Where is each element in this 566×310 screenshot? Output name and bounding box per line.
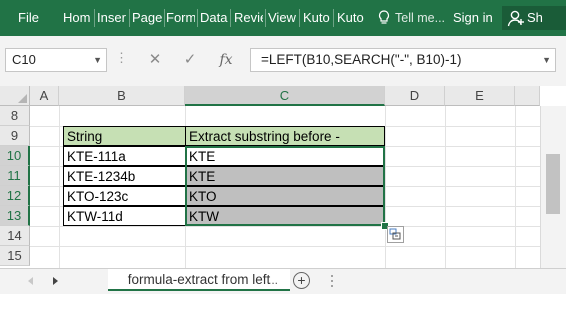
tab-page-layout[interactable]: Page bbox=[132, 0, 162, 36]
gridline bbox=[385, 106, 386, 268]
table-cell-string[interactable]: KTO-123c bbox=[63, 186, 186, 206]
table-header-extract[interactable]: Extract substring before - bbox=[185, 126, 385, 146]
tab-kutools-plus[interactable]: Kuto bbox=[337, 0, 365, 36]
tab-view[interactable]: View bbox=[268, 0, 296, 36]
enter-icon[interactable]: ✓ bbox=[180, 49, 200, 71]
row-header-11[interactable]: 11 bbox=[0, 166, 30, 186]
sheet-tabs-more[interactable]: ... bbox=[268, 269, 278, 291]
quick-analysis-button[interactable] bbox=[387, 226, 404, 243]
row-header-14[interactable]: 14 bbox=[0, 226, 30, 246]
tab-separator bbox=[94, 9, 95, 27]
table-cell-string[interactable]: KTE-111a bbox=[63, 146, 186, 166]
user-share-icon bbox=[507, 10, 524, 27]
share-button[interactable]: Sh bbox=[502, 6, 566, 30]
quick-analysis-icon bbox=[389, 228, 401, 240]
expand-formula-bar-icon[interactable]: ▼ bbox=[542, 49, 551, 71]
row-header-8[interactable]: 8 bbox=[0, 106, 30, 126]
gridline bbox=[30, 226, 540, 227]
tab-separator bbox=[129, 9, 130, 27]
gridline bbox=[515, 106, 516, 268]
select-all-button[interactable] bbox=[0, 86, 30, 106]
sheet-tab-bar: formula-extract from left ... + bbox=[0, 268, 566, 294]
row-header-15[interactable]: 15 bbox=[0, 246, 30, 266]
table-cell-result-active[interactable]: KTE bbox=[185, 146, 385, 166]
tab-separator bbox=[265, 9, 266, 27]
column-header-a[interactable]: A bbox=[30, 86, 59, 106]
column-header-b[interactable]: B bbox=[59, 86, 185, 106]
name-box[interactable]: C10 ▼ bbox=[5, 48, 107, 72]
window-bottom-edge bbox=[0, 294, 566, 310]
scrollbar-thumb[interactable] bbox=[546, 154, 560, 214]
lightbulb-icon bbox=[379, 10, 389, 24]
column-header-d[interactable]: D bbox=[385, 86, 445, 106]
tab-separator bbox=[333, 9, 334, 27]
tab-separator bbox=[230, 9, 231, 27]
tab-data[interactable]: Data bbox=[200, 0, 228, 36]
select-all-triangle-icon bbox=[18, 94, 27, 103]
formula-text: =LEFT(B10,SEARCH("-", B10)-1) bbox=[261, 52, 462, 67]
tab-split-handle-icon[interactable] bbox=[330, 274, 334, 288]
formula-input[interactable]: =LEFT(B10,SEARCH("-", B10)-1) ▼ bbox=[250, 48, 556, 72]
tab-review[interactable]: Revie bbox=[234, 0, 263, 36]
table-header-string[interactable]: String bbox=[63, 126, 186, 146]
row-header-13[interactable]: 13 bbox=[0, 206, 30, 226]
row-header-10[interactable]: 10 bbox=[0, 146, 30, 166]
tab-formulas[interactable]: Form bbox=[166, 0, 195, 36]
tab-file[interactable]: File bbox=[18, 0, 44, 36]
tab-separator bbox=[299, 9, 300, 27]
column-header-c[interactable]: C bbox=[185, 86, 385, 106]
gridline bbox=[30, 246, 540, 247]
tab-separator bbox=[197, 9, 198, 27]
tab-insert[interactable]: Inser bbox=[97, 0, 127, 36]
table-cell-result[interactable]: KTE bbox=[185, 166, 385, 186]
table-cell-string[interactable]: KTE-1234b bbox=[63, 166, 186, 186]
sheet-tab-label: formula-extract from left bbox=[127, 272, 271, 287]
table-cell-string[interactable]: KTW-11d bbox=[63, 206, 186, 226]
tell-me-search[interactable]: Tell me... bbox=[395, 0, 445, 36]
table-cell-result[interactable]: KTO bbox=[185, 186, 385, 206]
column-header-e[interactable]: E bbox=[445, 86, 515, 106]
tab-kutools[interactable]: Kuto bbox=[303, 0, 331, 36]
gridline bbox=[445, 106, 446, 268]
sign-in-link[interactable]: Sign in bbox=[453, 0, 493, 36]
sheet-tab[interactable]: formula-extract from left bbox=[108, 269, 290, 291]
scroll-left-arrow-icon[interactable] bbox=[26, 276, 34, 286]
tab-home[interactable]: Hom bbox=[63, 0, 92, 36]
row-header-9[interactable]: 9 bbox=[0, 126, 30, 146]
new-sheet-button[interactable]: + bbox=[293, 272, 310, 289]
formula-bar: C10 ▼ ⋮ ✕ ✓ fx =LEFT(B10,SEARCH("-", B10… bbox=[0, 36, 566, 87]
formula-bar-resize-handle[interactable]: ⋮ bbox=[115, 50, 128, 66]
share-label: Sh bbox=[527, 10, 543, 25]
ribbon: File Hom Inser Page Form Data Revie View… bbox=[0, 0, 566, 36]
tab-separator bbox=[164, 9, 165, 27]
insert-function-icon[interactable]: fx bbox=[216, 49, 236, 71]
table-cell-result[interactable]: KTW bbox=[185, 206, 385, 226]
vertical-scrollbar[interactable] bbox=[540, 106, 566, 268]
name-box-value: C10 bbox=[12, 52, 36, 67]
row-header-12[interactable]: 12 bbox=[0, 186, 30, 206]
column-header-f[interactable] bbox=[515, 86, 540, 106]
scroll-right-arrow-icon[interactable] bbox=[52, 276, 60, 286]
chevron-down-icon[interactable]: ▼ bbox=[93, 49, 102, 71]
gridline bbox=[59, 106, 60, 268]
cancel-icon[interactable]: ✕ bbox=[145, 49, 165, 71]
